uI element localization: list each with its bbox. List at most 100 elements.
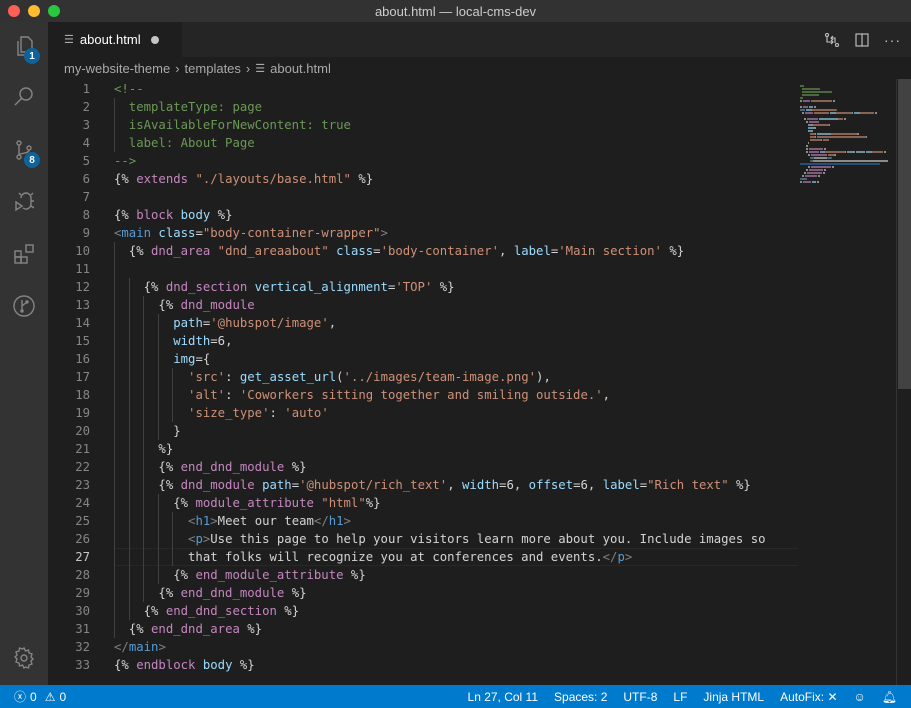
bell-icon[interactable]: 🔔︎ <box>882 690 897 704</box>
code-line[interactable]: 11 <box>48 260 798 278</box>
problems-indicator[interactable]: ⓧ 0 ⚠ 0 <box>0 688 66 705</box>
code-token: %} <box>210 208 233 222</box>
maximize-window-button[interactable] <box>48 5 60 17</box>
code-line[interactable]: 25 <h1>Meet our team</h1> <box>48 512 798 530</box>
code-text: templateType: page <box>114 98 262 116</box>
breadcrumb-item[interactable]: my-website-theme <box>64 61 170 76</box>
code-line[interactable]: 33 {% endblock body %} <box>48 656 798 674</box>
language-mode[interactable]: Jinja HTML <box>703 690 764 704</box>
indent-guide <box>128 314 130 332</box>
indent-guide <box>114 566 115 584</box>
code-line[interactable]: 1 <!-- <box>48 80 798 98</box>
code-token: > <box>380 226 388 240</box>
cursor-position[interactable]: Ln 27, Col 11 <box>468 690 539 704</box>
code-line[interactable]: 18 'alt': 'Coworkers sitting together an… <box>48 386 798 404</box>
code-line[interactable]: 31 {% end_dnd_area %} <box>48 620 798 638</box>
encoding[interactable]: UTF-8 <box>623 690 657 704</box>
code-token: width <box>462 478 500 492</box>
indent-guide <box>114 134 115 152</box>
indent-guide <box>114 512 115 530</box>
code-text: {% endblock body %} <box>114 656 255 674</box>
code-token: dnd_module <box>180 478 255 492</box>
code-text: } <box>114 422 180 440</box>
minimap-token <box>811 130 813 132</box>
line-ending[interactable]: LF <box>673 690 687 704</box>
code-line[interactable]: 5 --> <box>48 152 798 170</box>
vertical-scrollbar[interactable] <box>896 79 911 685</box>
hubspot-button[interactable] <box>0 282 48 330</box>
explorer-button[interactable]: 1 <box>0 22 48 70</box>
code-line[interactable]: 21 %} <box>48 440 798 458</box>
split-editor-icon[interactable] <box>854 32 870 48</box>
compare-changes-icon[interactable] <box>824 32 840 48</box>
indent-guide <box>157 422 159 440</box>
code-line[interactable]: 4 label: About Page <box>48 134 798 152</box>
minimap-token <box>829 124 830 126</box>
tab-about-html[interactable]: ☰ about.html <box>48 22 182 57</box>
settings-button[interactable] <box>0 634 48 682</box>
code-token: class <box>328 244 374 258</box>
feedback-icon[interactable]: ☺ <box>854 690 866 704</box>
minimap-token <box>857 133 859 135</box>
code-line[interactable]: 8 {% block body %} <box>48 206 798 224</box>
indent-guide <box>114 494 115 512</box>
code-line[interactable]: 12 {% dnd_section vertical_alignment='TO… <box>48 278 798 296</box>
code-line[interactable]: 19 'size_type': 'auto' <box>48 404 798 422</box>
search-button[interactable] <box>0 72 48 120</box>
more-actions-icon[interactable]: ··· <box>884 32 901 48</box>
code-editor[interactable]: 1 <!-- 2 templateType: page 3 isAvailableFo… <box>48 79 911 685</box>
code-line[interactable]: 32 </main> <box>48 638 798 656</box>
source-control-button[interactable]: 8 <box>0 126 48 174</box>
breadcrumb-item[interactable]: about.html <box>270 61 331 76</box>
minimap-token <box>852 112 853 114</box>
code-line[interactable]: 27 that folks will recognize you at conf… <box>48 548 798 566</box>
code-line[interactable]: 23 {% dnd_module path='@hubspot/rich_tex… <box>48 476 798 494</box>
code-line[interactable]: 15 width=6, <box>48 332 798 350</box>
code-line[interactable]: 16 img={ <box>48 350 798 368</box>
unsaved-indicator[interactable] <box>150 35 159 44</box>
minimap[interactable] <box>800 79 888 685</box>
code-line[interactable]: 17 'src': get_asset_url('../images/team-… <box>48 368 798 386</box>
code-line[interactable]: 26 <p>Use this page to help your visitor… <box>48 530 798 548</box>
minimap-token <box>800 100 802 102</box>
minimap-token <box>806 148 808 150</box>
code-line[interactable]: 22 {% end_dnd_module %} <box>48 458 798 476</box>
minimap-token <box>817 181 819 183</box>
code-line[interactable]: 24 {% module_attribute "html"%} <box>48 494 798 512</box>
breadcrumb-item[interactable]: templates <box>185 61 241 76</box>
line-number: 1 <box>82 82 90 96</box>
minimap-token <box>823 139 829 141</box>
code-text: path='@hubspot/image', <box>114 314 336 332</box>
close-window-button[interactable] <box>8 5 20 17</box>
extensions-button[interactable] <box>0 230 48 278</box>
indent-guide <box>114 278 115 296</box>
code-token: {% <box>114 280 166 294</box>
code-line[interactable]: 13 {% dnd_module <box>48 296 798 314</box>
indent-guide <box>114 440 115 458</box>
code-line[interactable]: 2 templateType: page <box>48 98 798 116</box>
code-line[interactable]: 9 <main class="body-container-wrapper"> <box>48 224 798 242</box>
code-line[interactable]: 10 {% dnd_area "dnd_areaabout" class='bo… <box>48 242 798 260</box>
line-number: 14 <box>75 316 90 330</box>
code-line[interactable]: 6 {% extends "./layouts/base.html" %} <box>48 170 798 188</box>
code-line[interactable]: 14 path='@hubspot/image', <box>48 314 798 332</box>
autofix-status[interactable]: AutoFix: ✕ <box>780 690 837 704</box>
debug-button[interactable] <box>0 178 48 226</box>
code-line[interactable]: 7 <box>48 188 798 206</box>
scrollbar-thumb[interactable] <box>898 79 911 389</box>
indentation[interactable]: Spaces: 2 <box>554 690 607 704</box>
code-line[interactable]: 28 {% end_module_attribute %} <box>48 566 798 584</box>
minimize-window-button[interactable] <box>28 5 40 17</box>
code-token: </ <box>114 640 129 654</box>
minimap-token <box>808 166 810 168</box>
gear-icon <box>14 646 34 670</box>
code-line[interactable]: 3 isAvailableForNewContent: true <box>48 116 798 134</box>
code-line[interactable]: 20 } <box>48 422 798 440</box>
code-line[interactable]: 30 {% end_dnd_section %} <box>48 602 798 620</box>
line-number: 11 <box>75 262 90 276</box>
code-line[interactable]: 29 {% end_dnd_module %} <box>48 584 798 602</box>
minimap-token <box>804 172 806 174</box>
code-token: p <box>617 550 625 564</box>
